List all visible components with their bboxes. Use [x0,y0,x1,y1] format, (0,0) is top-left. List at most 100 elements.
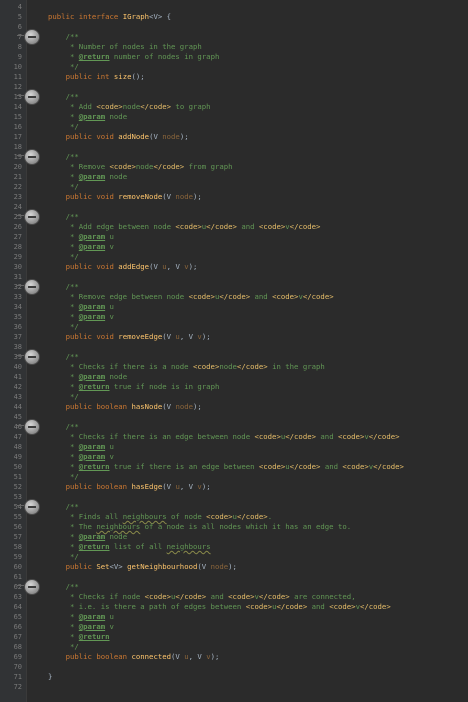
code-text[interactable]: * @param node [48,112,127,122]
code-text[interactable]: /** [48,212,79,222]
code-text[interactable]: * @param node [48,532,127,542]
fold-collapse-icon[interactable] [24,209,40,225]
code-line[interactable]: 29 */ [0,252,468,262]
code-line[interactable]: 43 */ [0,392,468,402]
code-text[interactable]: public int size(); [48,72,145,82]
code-line[interactable]: 13 /** [0,89,468,105]
code-text[interactable]: * Finds all neighbours of node <code>u</… [48,512,272,522]
code-line[interactable]: 16 */ [0,122,468,132]
code-text[interactable]: * @param v [48,452,114,462]
code-text[interactable]: * The neighbours of a node is all nodes … [48,522,351,532]
code-text[interactable]: * @param u [48,612,114,622]
code-line[interactable]: 40 * Checks if there is a node <code>nod… [0,362,468,372]
code-line[interactable]: 37 public void removeEdge(V u, V v); [0,332,468,342]
code-line[interactable]: 41 * @param node [0,372,468,382]
code-line[interactable]: 50 * @return true if there is an edge be… [0,462,468,472]
code-line[interactable]: 44 public boolean hasNode(V node); [0,402,468,412]
code-text[interactable]: * Add edge between node <code>u</code> a… [48,222,320,232]
code-line[interactable]: 72 [0,682,468,692]
code-text[interactable]: * Number of nodes in the graph [48,42,202,52]
code-line[interactable]: 15 * @param node [0,112,468,122]
code-text[interactable]: public void removeEdge(V u, V v); [48,332,211,342]
code-line[interactable]: 59 */ [0,552,468,562]
code-text[interactable]: * Remove edge between node <code>u</code… [48,292,334,302]
code-line[interactable]: 24 [0,202,468,212]
code-line[interactable]: 64 * i.e. is there a path of edges betwe… [0,602,468,612]
fold-collapse-icon[interactable] [24,279,40,295]
code-line[interactable]: 45 [0,412,468,422]
code-line[interactable]: 17 public void addNode(V node); [0,132,468,142]
code-line[interactable]: 5 public interface IGraph<V> { [0,12,468,22]
code-text[interactable]: public void addNode(V node); [48,132,189,142]
fold-collapse-icon[interactable] [24,29,40,45]
code-text[interactable]: */ [48,392,79,402]
code-text[interactable]: * @return list of all neighbours [48,542,211,552]
code-text[interactable]: */ [48,252,79,262]
code-line[interactable]: 20 * Remove <code>node</code> from graph [0,162,468,172]
code-text[interactable]: /** [48,422,79,432]
code-line[interactable]: 34 * @param u [0,302,468,312]
code-line[interactable]: 6 [0,22,468,32]
code-line[interactable]: 47 * Checks if there is an edge between … [0,432,468,442]
code-text[interactable]: * @param v [48,242,114,252]
code-line[interactable]: 28 * @param v [0,242,468,252]
code-text[interactable]: /** [48,152,79,162]
fold-collapse-icon[interactable] [24,579,40,595]
code-text[interactable]: * Checks if there is an edge between nod… [48,432,400,442]
code-text[interactable]: * @return true if node is in graph [48,382,219,392]
code-line[interactable]: 62 /** [0,579,468,595]
code-text[interactable]: * Add <code>node</code> to graph [48,102,211,112]
code-text[interactable]: */ [48,322,79,332]
code-line[interactable]: 68 */ [0,642,468,652]
code-line[interactable]: 57 * @param node [0,532,468,542]
code-line[interactable]: 19 /** [0,149,468,165]
code-line[interactable]: 69 public boolean connected(V u, V v); [0,652,468,662]
code-text[interactable]: * @return true if there is an edge betwe… [48,462,404,472]
code-text[interactable]: * @param node [48,372,127,382]
code-text[interactable]: public void removeNode(V node); [48,192,202,202]
code-line[interactable]: 31 [0,272,468,282]
code-line[interactable]: 36 */ [0,322,468,332]
code-line[interactable]: 11 public int size(); [0,72,468,82]
code-text[interactable]: * Remove <code>node</code> from graph [48,162,233,172]
code-text[interactable]: * @param node [48,172,127,182]
code-text[interactable]: public interface IGraph<V> { [48,12,171,22]
code-line[interactable]: 52 public boolean hasEdge(V u, V v); [0,482,468,492]
fold-collapse-icon[interactable] [24,89,40,105]
code-line[interactable]: 70 [0,662,468,672]
code-text[interactable]: * i.e. is there a path of edges between … [48,602,391,612]
code-line[interactable]: 42 * @return true if node is in graph [0,382,468,392]
code-text[interactable]: */ [48,472,79,482]
code-text[interactable]: * @param u [48,232,114,242]
code-text[interactable]: * @param v [48,622,114,632]
code-line[interactable]: 14 * Add <code>node</code> to graph [0,102,468,112]
code-line[interactable]: 9 * @return number of nodes in graph [0,52,468,62]
code-text[interactable]: */ [48,552,79,562]
code-line[interactable]: 66 * @param v [0,622,468,632]
code-line[interactable]: 46 /** [0,419,468,435]
code-text[interactable]: public boolean hasNode(V node); [48,402,202,412]
code-text[interactable]: * Checks if node <code>u</code> and <cod… [48,592,356,602]
code-text[interactable]: /** [48,282,79,292]
code-text[interactable]: public boolean connected(V u, V v); [48,652,220,662]
code-line[interactable]: 67 * @return [0,632,468,642]
code-text[interactable]: /** [48,352,79,362]
code-line[interactable]: 51 */ [0,472,468,482]
code-line[interactable]: 10 */ [0,62,468,72]
code-editor[interactable]: 4 5 public interface IGraph<V> {6 7 /** 8 * … [0,0,468,702]
code-text[interactable]: * @return [48,632,110,642]
code-text[interactable]: * @return number of nodes in graph [48,52,219,62]
code-line[interactable]: 25 /** [0,209,468,225]
code-text[interactable]: */ [48,122,79,132]
code-line[interactable]: 61 [0,572,468,582]
code-line[interactable]: 27 * @param u [0,232,468,242]
code-line[interactable]: 56 * The neighbours of a node is all nod… [0,522,468,532]
code-text[interactable]: /** [48,582,79,592]
code-text[interactable]: */ [48,62,79,72]
code-line[interactable]: 21 * @param node [0,172,468,182]
code-line[interactable]: 48 * @param u [0,442,468,452]
code-text[interactable]: /** [48,92,79,102]
code-text[interactable]: public void addEdge(V u, V v); [48,262,198,272]
code-text[interactable]: */ [48,182,79,192]
code-line[interactable]: 7 /** [0,29,468,45]
